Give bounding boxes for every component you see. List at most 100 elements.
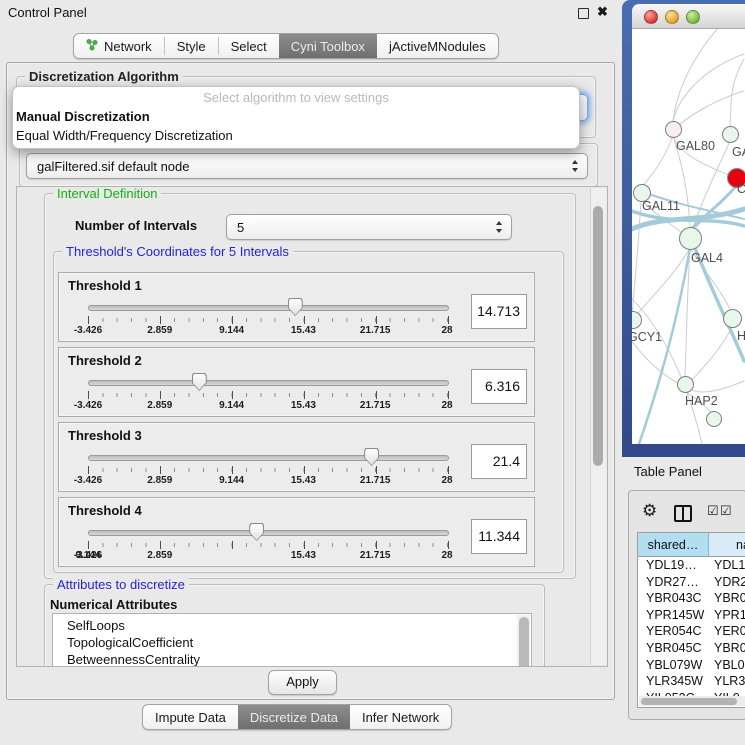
numerical-attributes-label: Numerical Attributes [50, 597, 177, 612]
tab-network-label: Network [104, 39, 152, 54]
close-icon[interactable]: ✖ [597, 4, 608, 20]
network-canvas[interactable]: GAL80 GA C GAL11 GAL4 GCY1 H HAP2 [632, 29, 745, 444]
threshold-3-slider-thumb[interactable] [364, 448, 379, 466]
scrollbar-thumb[interactable] [641, 698, 737, 705]
combo-arrows-icon [572, 160, 579, 172]
node-label-gal4: GAL4 [691, 251, 723, 265]
threshold-4-slider[interactable] [88, 530, 449, 536]
checkbox-icon[interactable]: ☑ [720, 503, 732, 518]
table-row[interactable]: YER054CYER0 [638, 623, 745, 640]
table-row[interactable]: YLR345WYLR3 [638, 673, 745, 690]
table-row[interactable]: YBR043CYBR0 [638, 590, 745, 607]
control-panel-titlebar: Control Panel ✖ [0, 0, 620, 26]
node-label-h: H [737, 329, 745, 343]
popup-item-equal-width-frequency[interactable]: Equal Width/Frequency Discretization [13, 126, 579, 145]
threshold-3-slider[interactable] [88, 455, 449, 461]
list-scrollbar[interactable] [517, 615, 530, 667]
numerical-attributes-list: SelfLoops TopologicalCoefficient Between… [52, 613, 532, 667]
scrollbar-thumb[interactable] [593, 206, 603, 466]
tab-select[interactable]: Select [219, 34, 279, 58]
column-header-shared-name[interactable]: shared… [638, 533, 709, 557]
close-traffic-light[interactable] [644, 10, 658, 24]
column-split-icon[interactable] [674, 505, 692, 522]
minimize-traffic-light[interactable] [665, 10, 679, 24]
slider-scale-labels: -3.4262.859 9.14415.43 21.71528 [88, 550, 447, 561]
tab-discretize-data[interactable]: Discretize Data [238, 705, 350, 729]
network-view-window: GAL80 GA C GAL11 GAL4 GCY1 H HAP2 [622, 0, 745, 457]
slider-scale-labels: -3.4262.859 9.14415.43 21.71528 [88, 475, 447, 486]
slider-ticks [88, 391, 448, 399]
table-row[interactable]: YBL079WYBL0 [638, 657, 745, 674]
thresholds-group-title: Threshold's Coordinates for 5 Intervals [62, 244, 293, 259]
node-h[interactable] [723, 309, 742, 328]
list-item[interactable]: TopologicalCoefficient [53, 634, 531, 651]
node-hap2[interactable] [677, 376, 694, 393]
attributes-group-title: Attributes to discretize [53, 577, 189, 592]
node-top-right[interactable] [722, 126, 739, 143]
threshold-4-slider-thumb[interactable] [249, 523, 264, 541]
number-of-intervals-combo[interactable]: 5 [226, 214, 512, 240]
node-attribute-table: shared… na YDL19…YDL1 YDR27…YDR2 YBR043C… [637, 532, 745, 708]
table-row[interactable]: YPR145WYPR1 [638, 607, 745, 624]
float-window-icon[interactable] [578, 8, 589, 19]
threshold-panel-3: Threshold 3 -3.4262.859 9.14415.43 21.71… [58, 422, 535, 492]
table-data-combo[interactable]: galFiltered.sif default node [26, 153, 588, 179]
combo-arrows-icon [496, 221, 503, 233]
table-row[interactable]: YBR045CYBR0 [638, 640, 745, 657]
threshold-2-value-field[interactable]: 6.316 [471, 369, 527, 404]
threshold-1-slider-thumb[interactable] [288, 298, 303, 316]
tab-infer-network[interactable]: Infer Network [350, 705, 451, 729]
threshold-4-value-field[interactable]: 11.344 [471, 519, 527, 554]
table-data-combo-value: galFiltered.sif default node [37, 154, 189, 178]
threshold-4-label: Threshold 4 [68, 503, 142, 518]
zoom-traffic-light[interactable] [686, 10, 700, 24]
threshold-2-slider-thumb[interactable] [192, 373, 207, 391]
algorithm-dropdown-popup: Select algorithm to view settings Manual… [12, 86, 580, 149]
tab-impute-data[interactable]: Impute Data [143, 705, 238, 729]
tab-style[interactable]: Style [165, 34, 218, 58]
column-header-name[interactable]: na [709, 533, 745, 557]
node-label-gal80: GAL80 [676, 139, 715, 153]
discretization-algorithm-group-title: Discretization Algorithm [25, 69, 183, 84]
slider-ticks [88, 541, 448, 549]
checkbox-icon[interactable]: ☑ [707, 503, 719, 518]
threshold-1-label: Threshold 1 [68, 278, 142, 293]
table-data-group: Table Data galFiltered.sif default node [19, 143, 598, 187]
popup-item-manual-discretization[interactable]: Manual Discretization [13, 107, 579, 126]
node-gal80[interactable] [665, 121, 682, 138]
list-item[interactable]: BetweennessCentrality [53, 651, 531, 667]
network-icon [86, 38, 98, 54]
threshold-panel-4: Threshold 4 -3.4262.859 9.14415.43 21.71… [58, 497, 535, 567]
list-item[interactable]: SelfLoops [53, 614, 531, 634]
node-label-gal11: GAL11 [642, 199, 680, 213]
threshold-1-slider[interactable] [88, 305, 449, 311]
table-row[interactable]: YDL19…YDL1 [638, 557, 745, 574]
network-window-titlebar[interactable] [632, 4, 745, 29]
tab-cyni-toolbox[interactable]: Cyni Toolbox [279, 34, 377, 58]
table-row[interactable]: YDR27…YDR2 [638, 574, 745, 591]
apply-button[interactable]: Apply [268, 670, 337, 695]
settings-scrollpane: Interval Definition Number of Intervals … [16, 186, 608, 667]
tab-network[interactable]: Network [74, 34, 164, 58]
threshold-1-value-field[interactable]: 14.713 [471, 294, 527, 329]
threshold-2-slider[interactable] [88, 380, 449, 386]
interval-definition-group-title: Interval Definition [53, 186, 161, 201]
threshold-3-value-field[interactable]: 21.4 [471, 444, 527, 479]
threshold-panel-2: Threshold 2 -3.4262.859 9.14415.43 21.71… [58, 347, 535, 417]
node-label-c: C [737, 182, 745, 196]
horizontal-scrollbar[interactable] [639, 696, 745, 706]
control-panel-tabstrip: Network Style Select Cyni Toolbox jActiv… [73, 33, 499, 59]
vertical-scrollbar[interactable] [590, 188, 606, 665]
node-label-ga: GA [732, 145, 745, 159]
interval-definition-group: Interval Definition Number of Intervals … [44, 193, 576, 579]
slider-ticks [88, 316, 448, 324]
gear-icon[interactable]: ⚙ [642, 502, 657, 519]
tab-jactivemnodules[interactable]: jActiveMNodules [377, 34, 498, 58]
table-panel-title: Table Panel [634, 464, 702, 479]
node-bottom[interactable] [706, 411, 722, 427]
threshold-3-label: Threshold 3 [68, 428, 142, 443]
slider-scale-labels: -3.4262.859 9.14415.43 21.71528 [88, 400, 447, 411]
number-of-intervals-label: Number of Intervals [75, 214, 197, 238]
slider-ticks [88, 466, 448, 474]
node-gal4[interactable] [679, 227, 702, 250]
